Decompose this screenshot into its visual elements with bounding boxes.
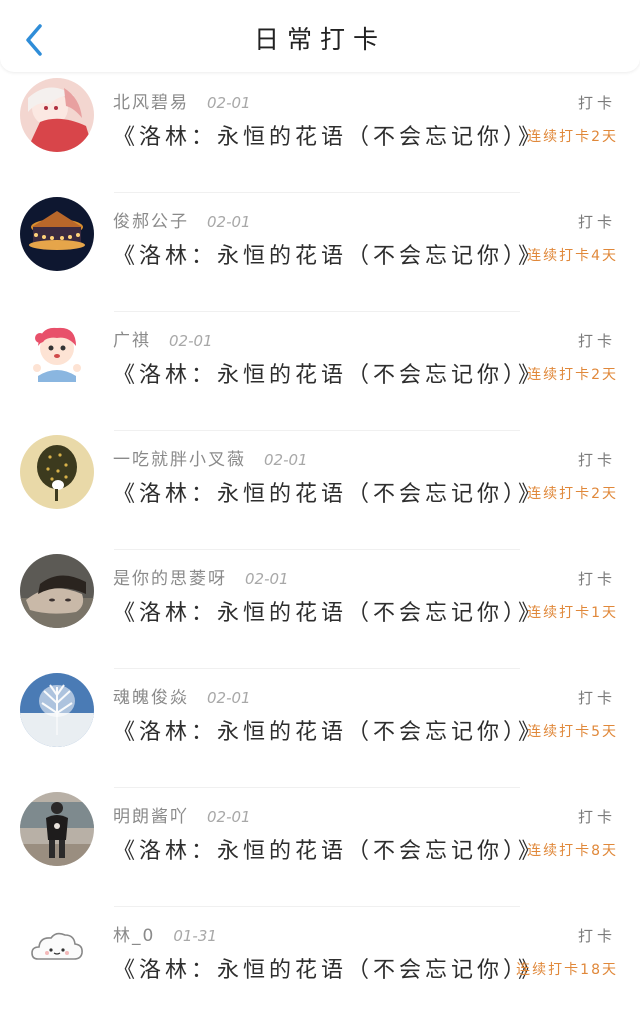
- list-item[interactable]: 俊郝公子 02-01 《洛林：永恒的花语（不会忘记你）》 打卡 连续打卡4天: [0, 193, 640, 312]
- face-photo-avatar[interactable]: [20, 554, 94, 628]
- user-name: 北风碧易 02-01: [113, 93, 251, 113]
- anime-girl-avatar[interactable]: [20, 78, 94, 152]
- book-title: 《洛林：永恒的花语（不会忘记你）》: [113, 839, 545, 864]
- page-title: 日常打卡: [253, 25, 386, 54]
- user-name: 魂魄俊焱 02-01: [113, 688, 251, 708]
- list-item[interactable]: 魂魄俊焱 02-01 《洛林：永恒的花语（不会忘记你）》 打卡 连续打卡5天: [0, 669, 640, 788]
- tree-avatar[interactable]: [20, 435, 94, 509]
- checkin-date: 02-01: [245, 570, 289, 588]
- streak-label: 连续打卡2天: [527, 367, 618, 383]
- checkin-button[interactable]: 打卡: [578, 92, 616, 113]
- checkin-list: 北风碧易 02-01 《洛林：永恒的花语（不会忘记你）》 打卡 连续打卡2天 俊郝…: [0, 74, 640, 1026]
- checkin-date: 02-01: [207, 689, 251, 707]
- streak-label: 连续打卡18天: [516, 962, 618, 978]
- streak-label: 连续打卡1天: [527, 605, 618, 621]
- person-photo-avatar[interactable]: [20, 792, 94, 866]
- top-nav-bar: 日常打卡: [0, 0, 640, 72]
- list-item[interactable]: 一吃就胖小叉薇 02-01 《洛林：永恒的花语（不会忘记你）》 打卡 连续打卡2天: [0, 431, 640, 550]
- list-item[interactable]: 林_0 01-31 《洛林：永恒的花语（不会忘记你）》 打卡 连续打卡18天: [0, 907, 640, 1026]
- checkin-date: 01-31: [173, 927, 217, 945]
- checkin-button[interactable]: 打卡: [578, 330, 616, 351]
- user-name: 俊郝公子 02-01: [113, 212, 251, 232]
- cartoon-girl-avatar[interactable]: [20, 316, 94, 390]
- streak-label: 连续打卡4天: [527, 248, 618, 264]
- checkin-button[interactable]: 打卡: [578, 568, 616, 589]
- list-item[interactable]: 是你的思菱呀 02-01 《洛林：永恒的花语（不会忘记你）》 打卡 连续打卡1天: [0, 550, 640, 669]
- user-name: 林_0 01-31: [113, 926, 217, 946]
- book-title: 《洛林：永恒的花语（不会忘记你）》: [113, 482, 545, 507]
- user-name: 明朗酱吖 02-01: [113, 807, 251, 827]
- streak-label: 连续打卡2天: [527, 129, 618, 145]
- list-item[interactable]: 广祺 02-01 《洛林：永恒的花语（不会忘记你）》 打卡 连续打卡2天: [0, 312, 640, 431]
- carousel-avatar[interactable]: [20, 197, 94, 271]
- checkin-date: 02-01: [207, 213, 251, 231]
- streak-label: 连续打卡2天: [527, 486, 618, 502]
- cloud-avatar[interactable]: [20, 911, 94, 985]
- checkin-button[interactable]: 打卡: [578, 211, 616, 232]
- checkin-button[interactable]: 打卡: [578, 687, 616, 708]
- book-title: 《洛林：永恒的花语（不会忘记你）》: [113, 125, 545, 150]
- book-title: 《洛林：永恒的花语（不会忘记你）》: [113, 601, 545, 626]
- checkin-button[interactable]: 打卡: [578, 925, 616, 946]
- checkin-date: 02-01: [264, 451, 308, 469]
- list-item[interactable]: 明朗酱吖 02-01 《洛林：永恒的花语（不会忘记你）》 打卡 连续打卡8天: [0, 788, 640, 907]
- streak-label: 连续打卡5天: [527, 724, 618, 740]
- snow-tree-avatar[interactable]: [20, 673, 94, 747]
- user-name: 广祺 02-01: [113, 331, 213, 351]
- list-item[interactable]: 北风碧易 02-01 《洛林：永恒的花语（不会忘记你）》 打卡 连续打卡2天: [0, 74, 640, 193]
- streak-label: 连续打卡8天: [527, 843, 618, 859]
- user-name: 是你的思菱呀 02-01: [113, 569, 289, 589]
- user-name: 一吃就胖小叉薇 02-01: [113, 450, 308, 470]
- book-title: 《洛林：永恒的花语（不会忘记你）》: [113, 958, 545, 983]
- checkin-button[interactable]: 打卡: [578, 449, 616, 470]
- checkin-date: 02-01: [207, 94, 251, 112]
- book-title: 《洛林：永恒的花语（不会忘记你）》: [113, 363, 545, 388]
- checkin-date: 02-01: [207, 808, 251, 826]
- checkin-date: 02-01: [169, 332, 213, 350]
- book-title: 《洛林：永恒的花语（不会忘记你）》: [113, 244, 545, 269]
- checkin-button[interactable]: 打卡: [578, 806, 616, 827]
- book-title: 《洛林：永恒的花语（不会忘记你）》: [113, 720, 545, 745]
